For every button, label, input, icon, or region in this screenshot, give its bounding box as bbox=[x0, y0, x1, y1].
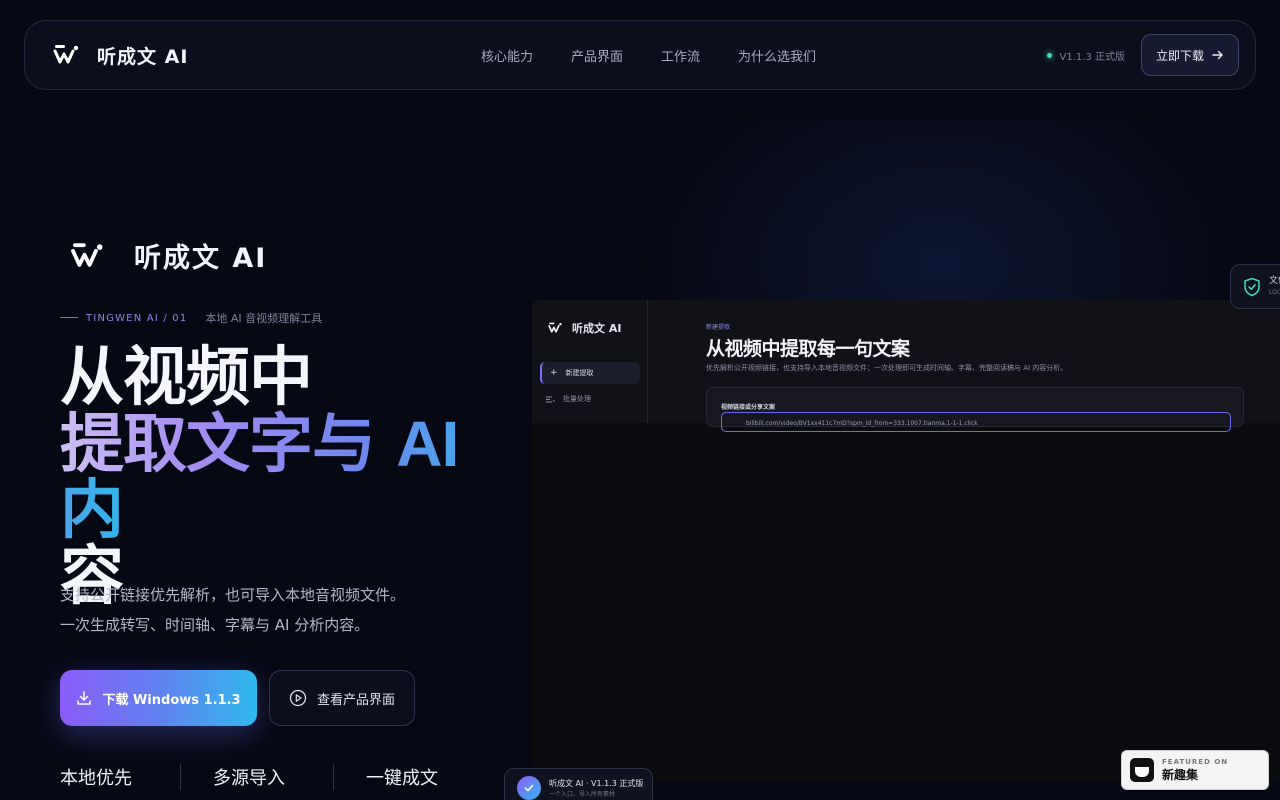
preview-title: 从视频中提取每一句文案 bbox=[706, 338, 910, 360]
arrow-right-icon bbox=[1212, 50, 1223, 60]
stat-one-click: 一键成文 bbox=[333, 764, 486, 790]
nav-link-workflow[interactable]: 工作流 bbox=[661, 46, 700, 65]
preview-nav-new-extract-label: 新建提取 bbox=[565, 369, 594, 377]
headline-part-c: 内 bbox=[60, 474, 123, 548]
toast-text: 听成文 AI · V1.1.3 正式版 一个入口，导入所有素材 bbox=[549, 778, 643, 798]
badge-title: 文件 bbox=[1269, 275, 1280, 286]
badge-text: 文件 LOCAL bbox=[1269, 275, 1280, 299]
hero-headline: 从视频中 提取文字与 AI 内 容 bbox=[60, 345, 530, 610]
preview-nav-batch-label: 批量处理 bbox=[563, 395, 591, 403]
subtitle-line-1: 支持公开链接优先解析，也可导入本地音视频文件。 bbox=[60, 586, 406, 604]
brand-name: 听成文 AI bbox=[97, 45, 189, 68]
download-now-button[interactable]: 立即下载 bbox=[1141, 34, 1239, 76]
stat-multi-source: 多源导入 bbox=[180, 764, 333, 790]
download-windows-label: 下载 Windows 1.1.3 bbox=[102, 692, 241, 708]
nav-link-product-ui[interactable]: 产品界面 bbox=[571, 46, 623, 65]
preview-tag: 新建提取 bbox=[706, 324, 731, 331]
tingwen-logo-icon bbox=[53, 45, 79, 64]
preview-card-label: 视频链接或分享文案 bbox=[721, 404, 776, 411]
nav-right: V1.1.3 正式版 立即下载 bbox=[1046, 34, 1239, 76]
eyebrow-code: TINGWEN AI / 01 bbox=[60, 313, 187, 324]
preview-description: 优先解析公开视频链接，也支持导入本地音视频文件；一次处理即可生成时间轴、字幕、完… bbox=[706, 364, 1068, 372]
play-circle-icon bbox=[289, 689, 307, 707]
headline-part-ai: AI bbox=[396, 408, 459, 480]
hero-brand-name: 听成文 AI bbox=[134, 243, 268, 274]
eyebrow-code-text: TINGWEN AI / 01 bbox=[86, 312, 188, 324]
hero-eyebrow: TINGWEN AI / 01 本地 AI 音视频理解工具 bbox=[60, 310, 322, 326]
nav-link-why-us[interactable]: 为什么选我们 bbox=[738, 46, 816, 65]
version-indicator: V1.1.3 正式版 bbox=[1046, 48, 1125, 63]
shield-check-icon bbox=[1244, 277, 1260, 296]
preview-nav-new-extract[interactable]: + 新建提取 bbox=[540, 362, 640, 384]
download-now-label: 立即下载 bbox=[1155, 48, 1204, 63]
tingwen-logo-icon bbox=[71, 242, 103, 267]
headline-line-2: 提取文字与 AI 内 bbox=[60, 408, 458, 548]
release-toast: 听成文 AI · V1.1.3 正式版 一个入口，导入所有素材 bbox=[504, 768, 653, 800]
hero-brand: 听成文 AI bbox=[70, 236, 267, 275]
view-product-button[interactable]: 查看产品界面 bbox=[269, 670, 415, 726]
featured-name: 新趣集 bbox=[1162, 767, 1199, 782]
list-icon bbox=[546, 396, 555, 402]
view-product-label: 查看产品界面 bbox=[316, 692, 395, 708]
headline-part-a: 提取文字与 bbox=[60, 408, 397, 482]
headline-line-1: 从视频中 bbox=[60, 341, 313, 415]
featured-on-badge[interactable]: FEATURED ON 新趣集 bbox=[1121, 750, 1269, 790]
preview-app-window: 听成文 AI + 新建提取 批量处理 新建提取 从视频中提取每一句文案 优先解析… bbox=[532, 300, 1280, 432]
download-windows-button[interactable]: 下载 Windows 1.1.3 bbox=[60, 670, 257, 726]
toast-subtitle: 一个入口，导入所有素材 bbox=[549, 791, 616, 798]
featured-kicker: FEATURED ON bbox=[1162, 757, 1229, 766]
tingwen-logo-icon bbox=[548, 322, 562, 333]
preview-link-input[interactable]: bilibili.com/video/BV1xx411c7mD?spm_id_f… bbox=[721, 412, 1231, 432]
hero-subtitle: 支持公开链接优先解析，也可导入本地音视频文件。 一次生成转写、时间轴、字幕与 A… bbox=[60, 580, 405, 640]
status-dot-icon bbox=[1046, 52, 1052, 58]
plus-icon: + bbox=[550, 368, 558, 378]
preview-link-card: 视频链接或分享文案 bilibili.com/video/BV1xx411c7m… bbox=[706, 387, 1244, 432]
eyebrow-text: 本地 AI 音视频理解工具 bbox=[205, 312, 323, 325]
nav-links: 核心能力 产品界面 工作流 为什么选我们 bbox=[481, 46, 816, 65]
preview-brand: 听成文 AI bbox=[548, 320, 621, 336]
nav-brand[interactable]: 听成文 AI bbox=[53, 42, 188, 69]
product-preview: 听成文 AI + 新建提取 批量处理 新建提取 从视频中提取每一句文案 优先解析… bbox=[532, 300, 1280, 780]
download-icon bbox=[77, 691, 92, 705]
feature-stats: 本地优先 多源导入 一键成文 bbox=[60, 764, 486, 790]
toast-title: 听成文 AI · V1.1.3 正式版 bbox=[549, 779, 644, 788]
preview-sidebar: 听成文 AI + 新建提取 批量处理 bbox=[532, 300, 648, 423]
preview-nav-batch[interactable]: 批量处理 bbox=[546, 394, 591, 404]
local-security-badge: 文件 LOCAL bbox=[1230, 264, 1280, 309]
top-navbar: 听成文 AI 核心能力 产品界面 工作流 为什么选我们 V1.1.3 正式版 立… bbox=[24, 20, 1256, 90]
check-circle-icon bbox=[517, 776, 541, 800]
preview-brand-name: 听成文 AI bbox=[572, 322, 622, 335]
featured-text: FEATURED ON 新趣集 bbox=[1162, 758, 1228, 783]
stat-local-first: 本地优先 bbox=[60, 768, 132, 789]
subtitle-line-2: 一次生成转写、时间轴、字幕与 AI 分析内容。 bbox=[60, 616, 370, 634]
xinquji-logo-icon bbox=[1130, 758, 1154, 782]
badge-subtitle: LOCAL bbox=[1269, 288, 1280, 296]
nav-link-capabilities[interactable]: 核心能力 bbox=[481, 46, 533, 65]
version-label: V1.1.3 正式版 bbox=[1059, 51, 1125, 63]
